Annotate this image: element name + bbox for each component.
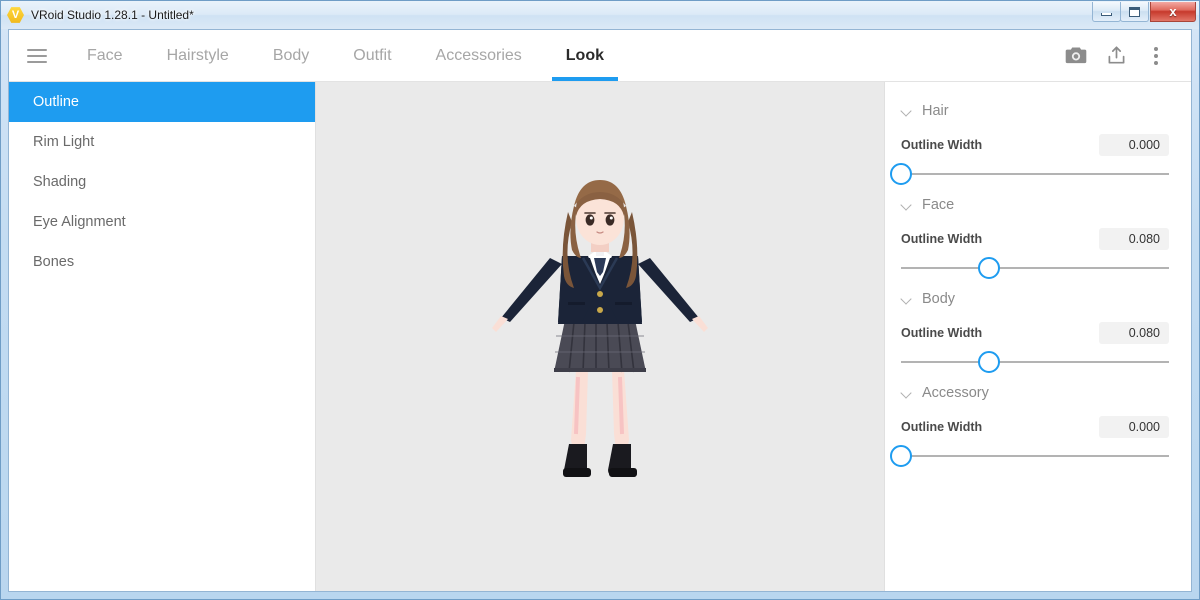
tab-accessories-label: Accessories [436, 47, 522, 65]
client-area: Face Hairstyle Body Outfit Accessories L… [8, 29, 1192, 592]
section-header-body[interactable]: Body [901, 282, 1169, 316]
tab-outfit[interactable]: Outfit [331, 30, 413, 81]
sidebar-item-shading-label: Shading [33, 174, 86, 190]
sidebar-item-outline[interactable]: Outline [9, 82, 315, 122]
properties-panel: Hair Outline Width 0.000 Face Outline Wi… [884, 82, 1191, 591]
chevron-down-icon [901, 106, 912, 117]
property-label-body: Outline Width [901, 326, 982, 340]
slider-body-outline-width[interactable] [901, 348, 1169, 376]
more-menu-button[interactable] [1139, 39, 1173, 73]
section-header-hair[interactable]: Hair [901, 94, 1169, 128]
nav-tabs: Face Hairstyle Body Outfit Accessories L… [65, 30, 1059, 81]
window-controls: x [1093, 2, 1196, 22]
property-row-accessory-outline-width: Outline Width 0.000 [901, 416, 1169, 438]
slider-track [901, 455, 1169, 457]
camera-icon [1065, 46, 1087, 65]
tab-body[interactable]: Body [251, 30, 331, 81]
sidebar-item-eye-alignment[interactable]: Eye Alignment [9, 202, 315, 242]
sidebar-item-shading[interactable]: Shading [9, 162, 315, 202]
main-content: Outline Rim Light Shading Eye Alignment … [9, 82, 1191, 591]
tab-outfit-label: Outfit [353, 47, 391, 65]
navigation-bar: Face Hairstyle Body Outfit Accessories L… [9, 30, 1191, 82]
tab-face[interactable]: Face [65, 30, 145, 81]
sidebar-item-eye-alignment-label: Eye Alignment [33, 214, 126, 230]
sidebar: Outline Rim Light Shading Eye Alignment … [9, 82, 316, 591]
nav-actions [1059, 30, 1191, 81]
section-title-accessory: Accessory [922, 385, 989, 401]
application-window: V VRoid Studio 1.28.1 - Untitled* x Face [0, 0, 1200, 600]
slider-handle[interactable] [890, 163, 912, 185]
slider-handle[interactable] [978, 351, 1000, 373]
sidebar-item-rim-light-label: Rim Light [33, 134, 94, 150]
slider-hair-outline-width[interactable] [901, 160, 1169, 188]
value-field-body[interactable]: 0.080 [1099, 322, 1169, 344]
value-field-hair[interactable]: 0.000 [1099, 134, 1169, 156]
tab-face-label: Face [87, 47, 123, 65]
sidebar-item-outline-label: Outline [33, 94, 79, 110]
sidebar-item-rim-light[interactable]: Rim Light [9, 122, 315, 162]
slider-accessory-outline-width[interactable] [901, 442, 1169, 470]
slider-handle[interactable] [890, 445, 912, 467]
screenshot-button[interactable] [1059, 39, 1093, 73]
slider-face-outline-width[interactable] [901, 254, 1169, 282]
section-header-face[interactable]: Face [901, 188, 1169, 222]
tab-body-label: Body [273, 47, 309, 65]
value-field-face[interactable]: 0.080 [1099, 228, 1169, 250]
minimize-icon [1101, 13, 1112, 16]
property-row-hair-outline-width: Outline Width 0.000 [901, 134, 1169, 156]
sidebar-item-bones[interactable]: Bones [9, 242, 315, 282]
slider-handle[interactable] [978, 257, 1000, 279]
section-title-hair: Hair [922, 103, 949, 119]
model-viewport[interactable] [316, 82, 884, 591]
section-title-body: Body [922, 291, 955, 307]
tab-accessories[interactable]: Accessories [414, 30, 544, 81]
app-logo-icon: V [7, 7, 24, 24]
close-icon: x [1169, 5, 1176, 18]
character-model [470, 172, 730, 502]
slider-track [901, 361, 1169, 363]
upload-icon [1106, 45, 1127, 66]
restore-icon [1129, 7, 1140, 17]
property-label-hair: Outline Width [901, 138, 982, 152]
title-bar: V VRoid Studio 1.28.1 - Untitled* x [1, 1, 1199, 29]
tab-hairstyle-label: Hairstyle [167, 47, 229, 65]
minimize-button[interactable] [1092, 2, 1121, 22]
property-row-body-outline-width: Outline Width 0.080 [901, 322, 1169, 344]
more-vertical-icon [1154, 47, 1158, 65]
character-model-svg [470, 172, 730, 502]
tab-look[interactable]: Look [544, 30, 626, 81]
section-title-face: Face [922, 197, 954, 213]
export-button[interactable] [1099, 39, 1133, 73]
property-label-face: Outline Width [901, 232, 982, 246]
hamburger-menu-icon[interactable] [9, 30, 65, 81]
property-row-face-outline-width: Outline Width 0.080 [901, 228, 1169, 250]
sidebar-item-bones-label: Bones [33, 254, 74, 270]
app-logo-letter: V [7, 7, 24, 24]
chevron-down-icon [901, 388, 912, 399]
chevron-down-icon [901, 200, 912, 211]
slider-track [901, 267, 1169, 269]
section-header-accessory[interactable]: Accessory [901, 376, 1169, 410]
restore-button[interactable] [1120, 2, 1149, 22]
close-button[interactable]: x [1150, 2, 1196, 22]
window-title: VRoid Studio 1.28.1 - Untitled* [31, 8, 194, 22]
slider-track [901, 173, 1169, 175]
value-field-accessory[interactable]: 0.000 [1099, 416, 1169, 438]
chevron-down-icon [901, 294, 912, 305]
property-label-accessory: Outline Width [901, 420, 982, 434]
tab-hairstyle[interactable]: Hairstyle [145, 30, 251, 81]
tab-look-label: Look [566, 47, 604, 65]
